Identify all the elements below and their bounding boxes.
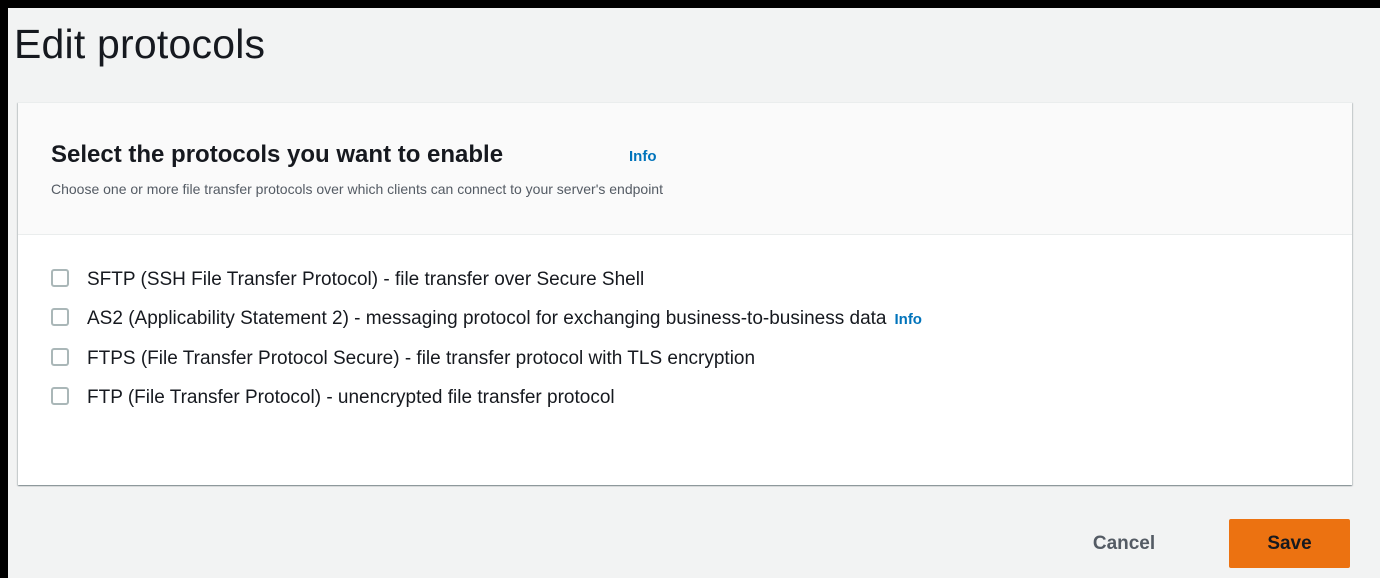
as2-label-wrapper: AS2 (Applicability Statement 2) - messag… xyxy=(87,304,967,334)
protocol-options: SFTP (SSH File Transfer Protocol) - file… xyxy=(51,265,1051,422)
panel-header: Select the protocols you want to enable … xyxy=(18,103,1352,235)
protocol-option-as2: AS2 (Applicability Statement 2) - messag… xyxy=(51,304,1051,334)
edit-protocols-page: Edit protocols Select the protocols you … xyxy=(8,8,1380,578)
ftp-label[interactable]: FTP (File Transfer Protocol) - unencrypt… xyxy=(87,383,615,412)
cancel-button[interactable]: Cancel xyxy=(1082,524,1166,564)
protocol-option-sftp: SFTP (SSH File Transfer Protocol) - file… xyxy=(51,265,1051,294)
ftp-checkbox[interactable] xyxy=(51,387,69,405)
save-button[interactable]: Save xyxy=(1229,519,1350,568)
protocol-option-ftps: FTPS (File Transfer Protocol Secure) - f… xyxy=(51,344,1051,373)
as2-label[interactable]: AS2 (Applicability Statement 2) - messag… xyxy=(87,308,886,329)
panel-title: Select the protocols you want to enable xyxy=(51,141,504,168)
as2-checkbox[interactable] xyxy=(51,308,69,326)
form-actions: Cancel Save xyxy=(8,484,1380,578)
sftp-label[interactable]: SFTP (SSH File Transfer Protocol) - file… xyxy=(87,265,644,294)
page-title: Edit protocols xyxy=(14,21,266,67)
ftps-label[interactable]: FTPS (File Transfer Protocol Secure) - f… xyxy=(87,344,755,373)
as2-info-link[interactable]: Info xyxy=(894,311,922,328)
protocols-panel: Select the protocols you want to enable … xyxy=(18,102,1352,485)
ftps-checkbox[interactable] xyxy=(51,348,69,366)
protocol-option-ftp: FTP (File Transfer Protocol) - unencrypt… xyxy=(51,383,1051,412)
panel-info-link[interactable]: Info xyxy=(629,148,657,165)
panel-description: Choose one or more file transfer protoco… xyxy=(51,181,663,197)
sftp-checkbox[interactable] xyxy=(51,269,69,287)
